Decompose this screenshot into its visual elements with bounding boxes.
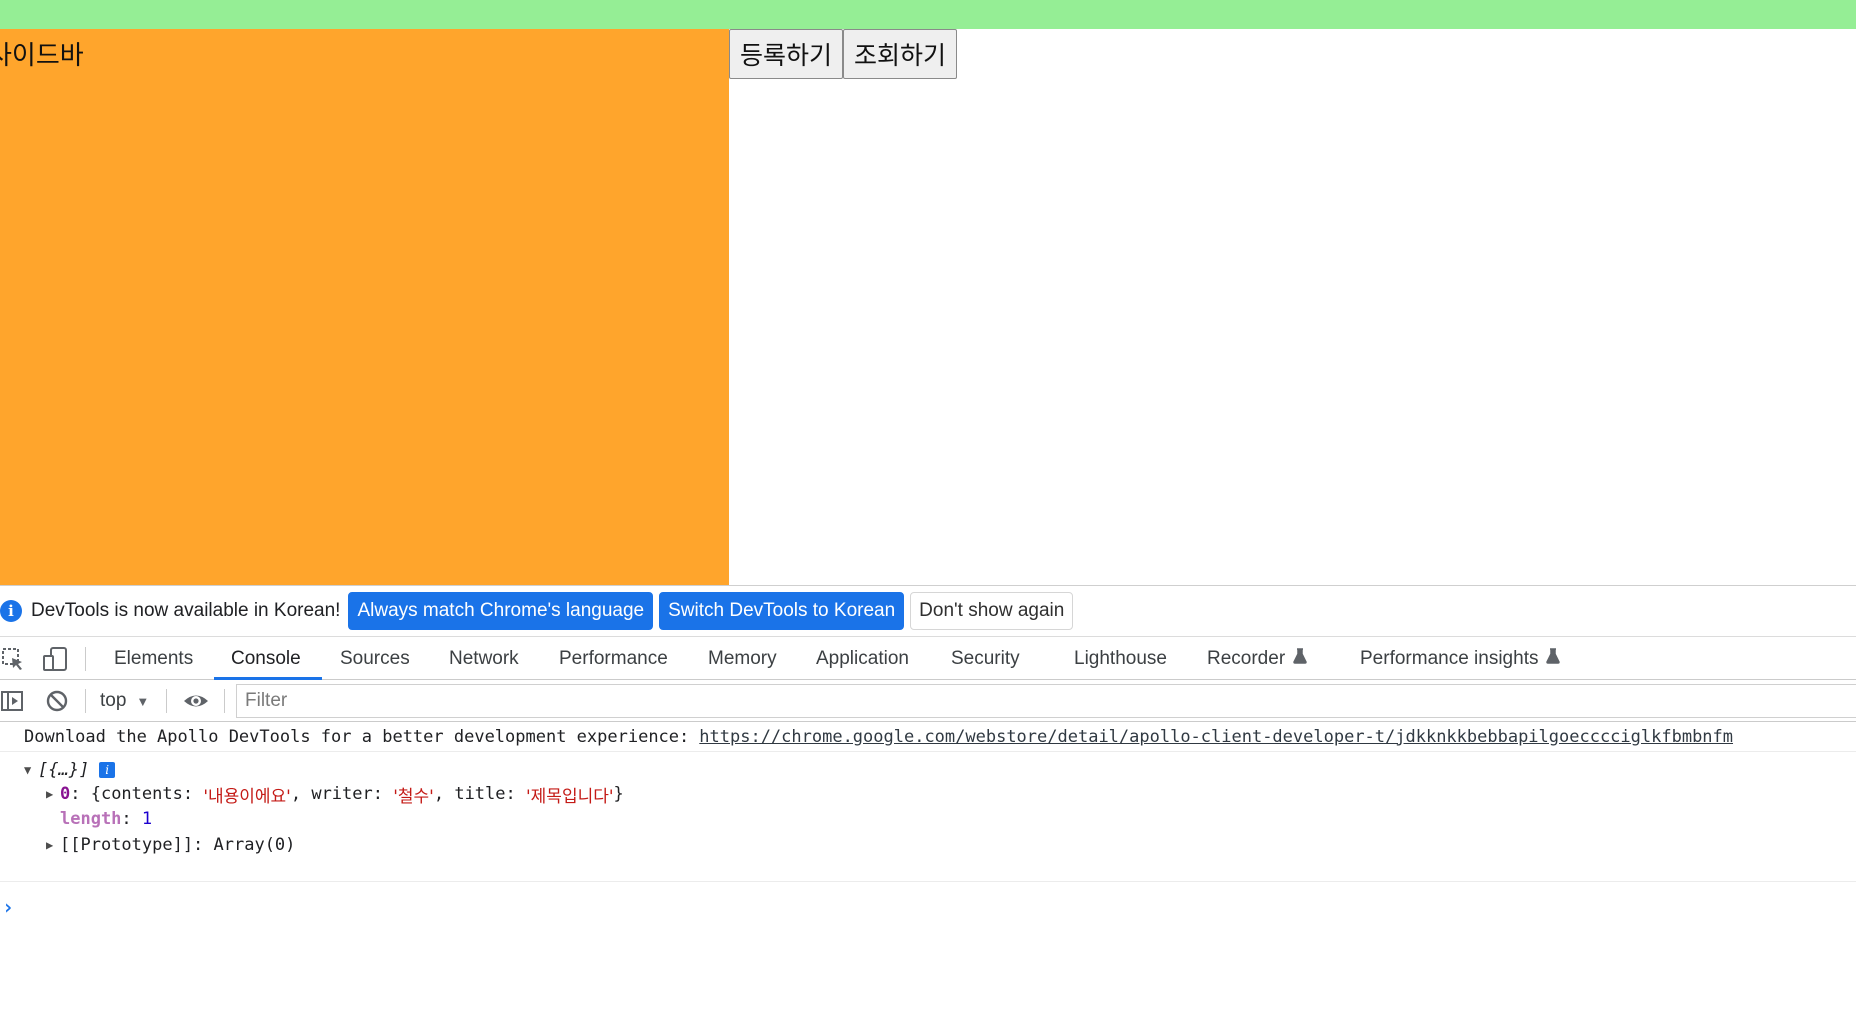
tab-console[interactable]: Console bbox=[231, 637, 301, 680]
view-button[interactable]: 조회하기 bbox=[843, 29, 957, 79]
context-selector-label: top bbox=[100, 690, 127, 711]
toolbar-separator bbox=[85, 689, 86, 713]
devtools-tab-bar: Elements Console Sources Network Perform… bbox=[0, 637, 1856, 680]
tab-memory[interactable]: Memory bbox=[708, 637, 777, 680]
item-title-value: '제목입니다' bbox=[525, 786, 614, 807]
tab-elements[interactable]: Elements bbox=[114, 637, 193, 680]
array-summary-row[interactable]: ▼ [{…}] i bbox=[24, 758, 116, 782]
context-selector[interactable]: top ▼ bbox=[100, 680, 149, 722]
expand-triangle-right-icon: ▶ bbox=[46, 838, 54, 852]
tab-separator bbox=[85, 647, 86, 671]
switch-to-korean-button[interactable]: Switch DevTools to Korean bbox=[659, 592, 905, 630]
console-log-entry: ▼ [{…}] i ▶ 0 : {contents: '내용이에요' , wri… bbox=[0, 752, 1856, 882]
toolbar-separator bbox=[166, 689, 167, 713]
console-message: Download the Apollo DevTools for a bette… bbox=[0, 722, 1856, 752]
toolbar-separator bbox=[224, 689, 225, 713]
console-prompt-icon[interactable]: › bbox=[2, 895, 14, 919]
infobar-message: DevTools is now available in Korean! bbox=[31, 600, 341, 621]
expand-triangle-down-icon: ▼ bbox=[24, 763, 32, 777]
console-output: Download the Apollo DevTools for a bette… bbox=[0, 722, 1856, 1020]
tab-security[interactable]: Security bbox=[951, 637, 1020, 680]
top-header-bar bbox=[0, 0, 1856, 29]
prototype-text: [[Prototype]]: Array(0) bbox=[60, 835, 296, 855]
match-language-button[interactable]: Always match Chrome's language bbox=[348, 592, 654, 630]
prototype-row[interactable]: ▶ [[Prototype]]: Array(0) bbox=[46, 833, 295, 857]
item-open: : {contents: bbox=[70, 784, 204, 804]
tab-network[interactable]: Network bbox=[449, 637, 519, 680]
inspect-element-icon[interactable] bbox=[0, 646, 26, 672]
tab-performance[interactable]: Performance bbox=[559, 637, 668, 680]
apollo-devtools-link[interactable]: https://chrome.google.com/webstore/detai… bbox=[699, 727, 1733, 747]
device-toolbar-icon[interactable] bbox=[42, 646, 68, 672]
array-summary: [{…}] bbox=[38, 760, 90, 780]
tab-recorder-label: Recorder bbox=[1207, 647, 1286, 669]
dont-show-again-button[interactable]: Don't show again bbox=[910, 592, 1074, 630]
tab-performance-insights-label: Performance insights bbox=[1360, 647, 1539, 669]
length-separator: : bbox=[121, 809, 142, 829]
expand-triangle-right-icon: ▶ bbox=[46, 787, 54, 801]
clear-console-icon[interactable] bbox=[44, 688, 70, 714]
tab-recorder[interactable]: Recorder bbox=[1207, 637, 1307, 680]
filter-placeholder: Filter bbox=[245, 690, 288, 711]
item-writer-key: , writer: bbox=[290, 784, 394, 804]
show-sidebar-icon[interactable] bbox=[0, 688, 26, 714]
item-title-key: , title: bbox=[433, 784, 526, 804]
live-expression-eye-icon[interactable] bbox=[182, 688, 208, 714]
language-infobar: i DevTools is now available in Korean! A… bbox=[0, 586, 1856, 637]
sidebar: 사이드바 bbox=[0, 29, 729, 585]
console-toolbar: top ▼ Filter bbox=[0, 680, 1856, 722]
info-icon: i bbox=[0, 600, 22, 622]
length-value: 1 bbox=[141, 809, 153, 829]
devtools-panel: i DevTools is now available in Korean! A… bbox=[0, 585, 1856, 1020]
length-key: length bbox=[60, 809, 122, 829]
console-message-text: Download the Apollo DevTools for a bette… bbox=[24, 726, 690, 747]
register-button[interactable]: 등록하기 bbox=[729, 29, 843, 79]
item-index: 0 bbox=[60, 784, 71, 804]
item-writer-value: '철수' bbox=[393, 786, 434, 807]
array-item-row[interactable]: ▶ 0 : {contents: '내용이에요' , writer: '철수' … bbox=[46, 782, 624, 807]
experiment-flask-icon bbox=[1546, 648, 1561, 669]
tab-sources[interactable]: Sources bbox=[340, 637, 410, 680]
experiment-flask-icon bbox=[1293, 648, 1307, 669]
tab-performance-insights[interactable]: Performance insights bbox=[1360, 637, 1561, 680]
item-contents-value: '내용이에요' bbox=[203, 786, 291, 807]
dropdown-caret-icon: ▼ bbox=[136, 693, 150, 709]
tab-application[interactable]: Application bbox=[816, 637, 909, 680]
console-filter-input[interactable]: Filter bbox=[236, 684, 1856, 718]
info-badge-icon: i bbox=[99, 762, 116, 778]
sidebar-label: 사이드바 bbox=[0, 41, 84, 71]
length-row: length : 1 bbox=[60, 807, 152, 831]
tab-lighthouse[interactable]: Lighthouse bbox=[1074, 637, 1167, 680]
item-close: } bbox=[613, 784, 624, 804]
